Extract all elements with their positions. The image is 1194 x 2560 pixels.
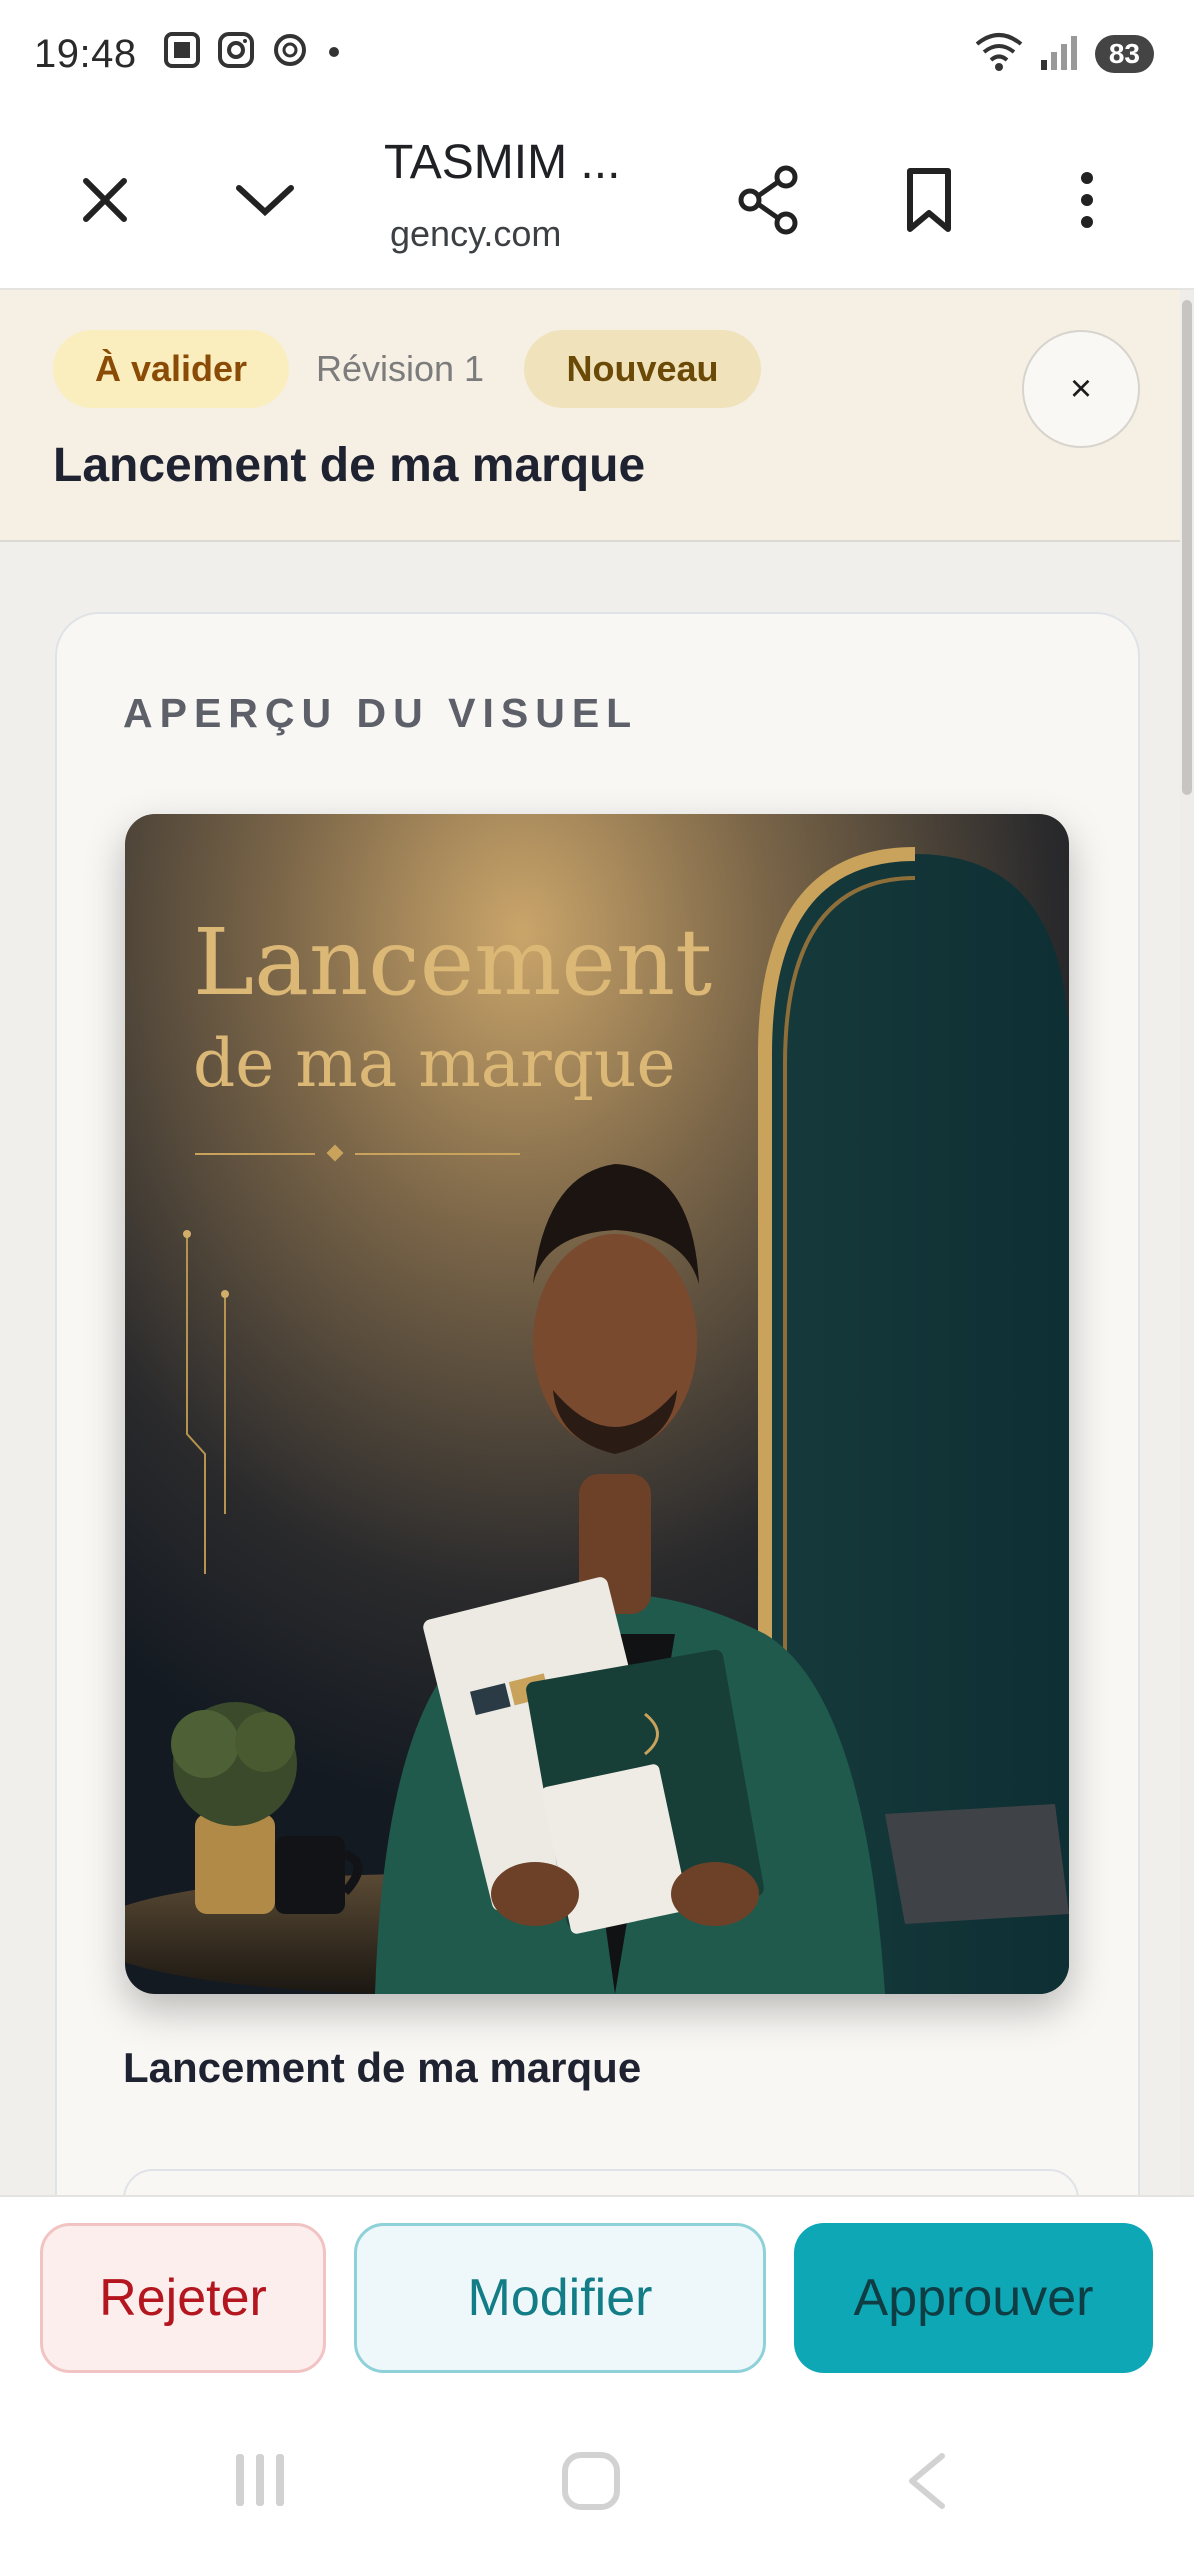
screenshot-icon: [162, 30, 202, 70]
review-header: À valider Révision 1 Nouveau × Lancement…: [0, 290, 1180, 542]
instagram-icon: [216, 30, 256, 70]
browser-toolbar: TASMIM ... gency.com: [0, 115, 1194, 290]
modify-button[interactable]: Modifier: [354, 2223, 766, 2373]
share-icon[interactable]: [724, 155, 814, 245]
revision-label: Révision 1: [316, 348, 485, 389]
reject-button[interactable]: Rejeter: [40, 2223, 326, 2373]
battery-icon: 83: [1094, 34, 1154, 73]
chevron-down-icon[interactable]: [220, 155, 310, 245]
home-icon[interactable]: [560, 2450, 622, 2517]
scrollbar-thumb[interactable]: [1182, 300, 1192, 795]
close-panel-button[interactable]: ×: [1022, 330, 1140, 448]
action-bar: Rejeter Modifier Approuver: [0, 2195, 1194, 2400]
browser-page-title[interactable]: TASMIM ...: [384, 135, 620, 190]
details-panel: [123, 2169, 1079, 2195]
system-nav-bar: [0, 2400, 1194, 2560]
preview-headline-line1: Lancement: [193, 909, 712, 1016]
more-vert-icon[interactable]: [1042, 155, 1132, 245]
signal-icon: [1039, 30, 1081, 77]
close-icon[interactable]: [60, 155, 150, 245]
new-badge: Nouveau: [524, 330, 761, 408]
close-icon: ×: [1069, 367, 1093, 410]
content-area[interactable]: APERÇU DU VISUEL Lancement de ma marque …: [0, 542, 1180, 2195]
recents-icon[interactable]: [232, 2450, 288, 2515]
preview-headline-line2: de ma marque: [193, 1025, 676, 1102]
status-bar: 19:48 83: [0, 0, 1194, 115]
page-title: Lancement de ma marque: [53, 439, 646, 492]
dot-icon: [324, 30, 344, 70]
wifi-icon: [973, 30, 1025, 77]
browser-url[interactable]: gency.com: [390, 213, 561, 255]
visual-preview-image[interactable]: Lancement de ma marque: [125, 814, 1069, 1994]
status-badge: À valider: [53, 330, 289, 408]
section-label: APERÇU DU VISUEL: [123, 690, 639, 736]
openai-icon: [270, 30, 310, 70]
back-icon[interactable]: [904, 2450, 948, 2517]
bookmark-icon[interactable]: [884, 155, 974, 245]
preview-card: APERÇU DU VISUEL Lancement de ma marque …: [55, 612, 1140, 2195]
preview-caption: Lancement de ma marque: [123, 2044, 642, 2091]
approve-button[interactable]: Approuver: [794, 2223, 1153, 2373]
status-time: 19:48: [34, 32, 137, 76]
